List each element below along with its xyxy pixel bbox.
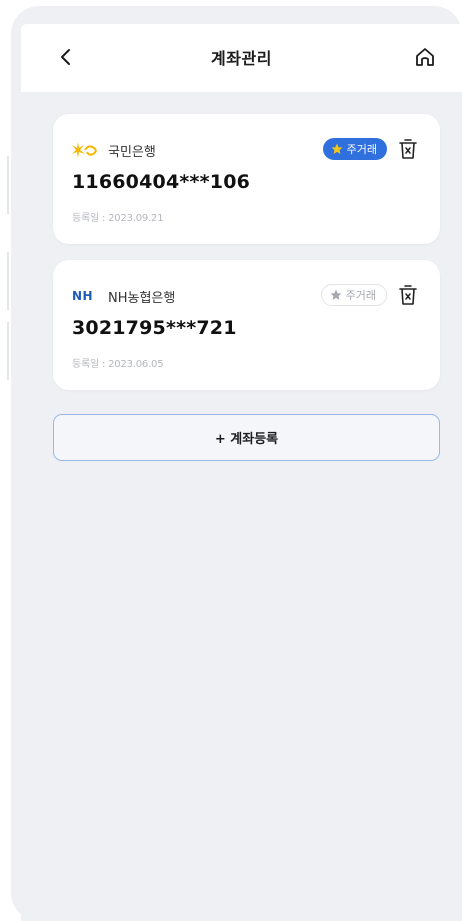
account-card[interactable]: NH NH농협은행 3021795***721 등록일 : 2023.06.05… <box>53 260 440 390</box>
delete-button[interactable] <box>396 136 420 162</box>
trash-icon <box>399 285 417 305</box>
main-account-badge[interactable]: 주거래 <box>322 138 387 160</box>
delete-button[interactable] <box>396 282 420 308</box>
registered-date: 등록일 : 2023.09.21 <box>72 213 164 224</box>
app-screen: 계좌관리 국민은행 11660404***106 등록일 : 2023.09.2… <box>21 24 462 921</box>
account-card[interactable]: 국민은행 11660404***106 등록일 : 2023.09.21 주거래 <box>53 114 440 244</box>
main-badge-label: 주거래 <box>345 289 376 302</box>
bank-name: 국민은행 <box>108 144 156 160</box>
bank-row: NH NH농협은행 <box>72 286 175 306</box>
frame-edge-mark <box>7 322 9 380</box>
bank-row: 국민은행 <box>72 140 156 160</box>
page-title: 계좌관리 <box>211 49 272 68</box>
frame-edge-mark <box>7 156 9 214</box>
account-number: 11660404***106 <box>72 171 251 193</box>
kb-star-logo <box>72 140 100 160</box>
star-icon <box>331 143 343 155</box>
top-header: 계좌관리 <box>21 24 462 92</box>
registered-date: 등록일 : 2023.06.05 <box>72 359 164 370</box>
nh-logo: NH <box>72 286 100 306</box>
star-icon <box>330 289 342 301</box>
nh-logo-text: NH <box>72 289 94 303</box>
add-account-button[interactable]: + 계좌등록 <box>53 414 440 461</box>
home-icon <box>416 48 434 66</box>
home-button[interactable] <box>410 42 440 72</box>
account-number: 3021795***721 <box>72 317 237 339</box>
frame-edge-mark <box>7 252 9 310</box>
bank-name: NH농협은행 <box>108 290 176 306</box>
trash-icon <box>399 139 417 159</box>
main-badge-label: 주거래 <box>346 143 377 156</box>
set-main-badge[interactable]: 주거래 <box>320 284 387 306</box>
